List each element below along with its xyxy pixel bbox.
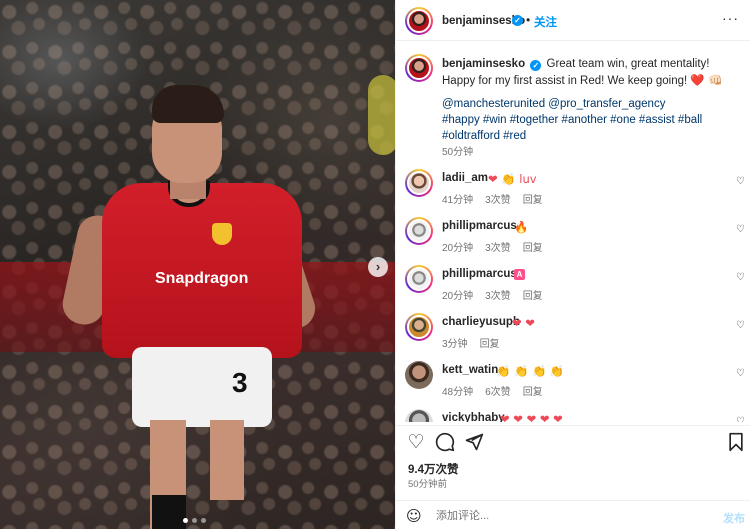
separator-dot: •: [526, 13, 531, 27]
comment-likes[interactable]: 6次赞: [485, 383, 511, 398]
comment-likes[interactable]: 3次赞: [485, 239, 511, 254]
reply-button[interactable]: 回复: [523, 239, 543, 254]
caption-text: benjaminsesko ✓ Great team win, great me…: [442, 56, 738, 89]
comment-meta: 3分钟 回复: [442, 335, 500, 350]
comment-likes[interactable]: 3次赞: [485, 191, 511, 206]
next-image-button[interactable]: ›: [368, 257, 388, 277]
commenter-avatar[interactable]: [405, 361, 433, 389]
comment-text: ❤ 👏 luv: [488, 172, 537, 186]
add-comment-bar: ☺ 发布: [396, 500, 750, 529]
comment-likes[interactable]: 3次赞: [485, 287, 511, 302]
verified-icon: ✓: [530, 60, 542, 71]
post-actions-bar: ♡: [396, 425, 750, 459]
comment-meta: 41分钟 3次赞 回复: [442, 191, 543, 206]
comment-item: vickybhaby ❤ ❤ ❤ ❤ ❤ ♡: [396, 409, 750, 422]
comment-username[interactable]: vickybhaby: [442, 412, 505, 422]
club-crest: [212, 223, 232, 245]
post-timestamp: 50分钟前: [408, 479, 448, 490]
caption-timestamp: 50分钟: [442, 147, 474, 158]
comment-text: 🔥: [514, 220, 529, 234]
comment-like-icon[interactable]: ♡: [736, 177, 746, 187]
carousel-dots: [183, 518, 206, 523]
comment-time: 3分钟: [442, 339, 468, 350]
player-leg-right: [210, 420, 244, 500]
player-sock: [152, 495, 186, 529]
author-avatar[interactable]: [405, 7, 433, 35]
comment-input[interactable]: [436, 507, 706, 525]
commenter-avatar[interactable]: [405, 265, 433, 293]
post-side-panel: benjaminsesko ✓ • 关注 ··· benjaminsesko ✓…: [395, 0, 750, 529]
shorts-number: 3: [232, 367, 248, 398]
comment-username[interactable]: kett_watin: [442, 364, 498, 376]
background-figure: [368, 75, 395, 155]
follow-button[interactable]: 关注: [534, 14, 557, 30]
comment-item: phillipmarcus_ A 20分钟 3次赞 回复 ♡: [396, 265, 750, 311]
reply-button[interactable]: 回复: [523, 191, 543, 206]
caption-emojis: ❤️ 👊🏻: [690, 73, 723, 87]
commenter-avatar[interactable]: [405, 409, 433, 422]
post-photo[interactable]: Snapdragon 3 ›: [0, 0, 395, 529]
comment-time: 41分钟: [442, 195, 474, 206]
caption-hashtags[interactable]: #happy #win #together #another #one #ass…: [442, 112, 742, 144]
comment-time: 20分钟: [442, 291, 474, 302]
reply-button[interactable]: 回复: [523, 287, 543, 302]
comment-time: 48分钟: [442, 387, 474, 398]
emoji-icon[interactable]: ☺: [406, 507, 424, 525]
carousel-dot-active: [183, 518, 188, 523]
caption-avatar[interactable]: [405, 54, 433, 82]
comment-meta: 20分钟 3次赞 回复: [442, 239, 543, 254]
comment-item: kett_watin 👏 👏 👏 👏 48分钟 6次赞 回复 ♡: [396, 361, 750, 407]
post-comment-button[interactable]: 发布: [723, 510, 745, 526]
post-header: benjaminsesko ✓ • 关注 ···: [396, 0, 750, 41]
caption-username[interactable]: benjaminsesko: [442, 58, 525, 70]
comment-like-icon[interactable]: ♡: [736, 417, 746, 423]
comment-icon[interactable]: [434, 432, 456, 454]
reply-button[interactable]: 回复: [480, 335, 500, 350]
more-options-icon[interactable]: ···: [722, 10, 739, 26]
comment-text: ❤ ❤ ❤ ❤ ❤: [500, 412, 563, 422]
commenter-avatar[interactable]: [405, 313, 433, 341]
comment-like-icon[interactable]: ♡: [736, 369, 746, 379]
reply-button[interactable]: 回复: [523, 383, 543, 398]
commenter-avatar[interactable]: [405, 217, 433, 245]
comment-text: ❤ ❤: [512, 316, 535, 330]
carousel-dot: [201, 518, 206, 523]
comment-meta: 20分钟 3次赞 回复: [442, 287, 543, 302]
commenter-avatar[interactable]: [405, 169, 433, 197]
heart-icon[interactable]: ♡: [405, 432, 427, 454]
comment-username[interactable]: phillipmarcus_: [442, 268, 523, 280]
carousel-dot: [192, 518, 197, 523]
comment-like-icon[interactable]: ♡: [736, 321, 746, 331]
shirt-sponsor: Snapdragon: [155, 270, 249, 287]
bookmark-icon[interactable]: [725, 432, 747, 454]
comment-username[interactable]: ladii_am: [442, 172, 488, 184]
comment-like-icon[interactable]: ♡: [736, 225, 746, 235]
player-figure: Snapdragon 3: [59, 85, 330, 529]
player-hair: [152, 85, 224, 123]
comments-scroll-area[interactable]: benjaminsesko ✓ Great team win, great me…: [396, 42, 750, 422]
comment-item: phillipmarcus_ 🔥 20分钟 3次赞 回复 ♡: [396, 217, 750, 263]
caption-mentions[interactable]: @manchesterunited @pro_transfer_agency: [442, 96, 742, 112]
comment-item: ladii_am ❤ 👏 luv 41分钟 3次赞 回复 ♡: [396, 169, 750, 215]
comment-time: 20分钟: [442, 243, 474, 254]
comment-username[interactable]: charlieyusuph: [442, 316, 520, 328]
likes-count[interactable]: 9.4万次赞: [408, 461, 459, 477]
share-icon[interactable]: [463, 432, 485, 454]
player-shorts: 3: [132, 347, 272, 427]
comment-item: charlieyusuph ❤ ❤ 3分钟 回复 ♡: [396, 313, 750, 359]
comment-like-icon[interactable]: ♡: [736, 273, 746, 283]
verified-icon: ✓: [512, 15, 523, 26]
comment-username[interactable]: phillipmarcus_: [442, 220, 523, 232]
comment-meta: 48分钟 6次赞 回复: [442, 383, 543, 398]
comment-text: 👏 👏 👏 👏: [496, 364, 565, 378]
comment-emoji-badge: A: [514, 269, 525, 280]
